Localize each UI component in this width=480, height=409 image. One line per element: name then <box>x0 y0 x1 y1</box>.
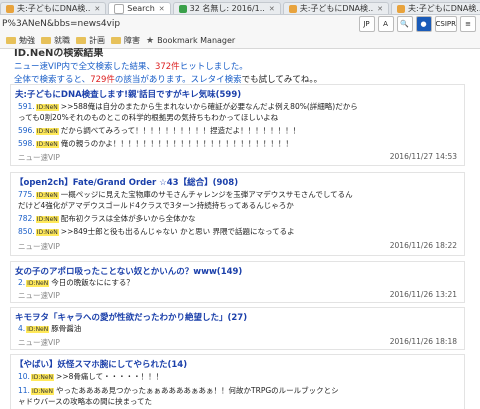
post-number-link[interactable]: 850. <box>18 227 35 236</box>
thread-date: 2016/11/26 18:22 <box>389 241 457 250</box>
browser-tab[interactable]: Search ✕ <box>108 2 171 14</box>
thread-card: 夫:子どもにDNA検査します!親'話目ですがキレ気味(599) 591. ID:N… <box>10 84 465 166</box>
star-icon: ★ <box>146 35 155 46</box>
post-number-link[interactable]: 596. <box>18 126 35 135</box>
favicon-icon <box>178 4 187 13</box>
thread-card: 女の子のアポロ吸ったことない奴とかいんの？www(149) 2. ID:NeN 今日… <box>10 261 465 303</box>
board-name: ニュー速VIP <box>18 338 60 347</box>
post-line: ャドウバースの攻略本の間に挟まってた <box>18 397 152 406</box>
result-summary: ニュー速VIP内で全文検索した結果、372件ヒットしました。 <box>14 62 248 72</box>
jp-extension-icon[interactable]: JP <box>358 16 375 32</box>
post-line: 775. ID:NeN 一概ペッジに見えた宝物庫のサモさんチャレンジを玉弾アマデウス… <box>18 190 353 199</box>
search-icon[interactable]: 🔍 <box>396 16 413 32</box>
thread-title-link[interactable]: キモヲタ「キャラへの愛が性欲だったわかり絶望した」(27) <box>15 311 247 323</box>
post-line: 11. ID:NeN やったああああ見つかったぁぁああああぁあぁ！！何故かTRPGの… <box>18 386 339 395</box>
extensions-bar: JP A 🔍 ● CSIPR ≡ <box>358 16 476 32</box>
post-number-link[interactable]: 2. <box>18 278 25 287</box>
thread-title-link[interactable]: 【やばい】妖怪スマホ腕にしてやられた(14) <box>15 358 187 370</box>
post-line: 850. ID:NeN >>849士郎と役も出るんじゃない かと思い 界隈で話題にな… <box>18 227 295 236</box>
bookmark-manager[interactable]: ★ Bookmark Manager <box>146 36 235 46</box>
a-extension-icon[interactable]: A <box>377 16 394 32</box>
bookmarks-bar: 勉強 就職 計画 障害 ★ Bookmark Manager <box>0 33 480 49</box>
post-line: 591. ID:NeN >>588俺は自分のまたから生まれないから確証が必要なんだよ… <box>18 102 358 111</box>
csipr-extension-icon[interactable]: CSIPR <box>434 16 457 32</box>
close-icon[interactable]: ✕ <box>159 5 165 13</box>
page-icon <box>114 3 125 14</box>
menu-icon[interactable]: ≡ <box>460 16 476 32</box>
thread-date: 2016/11/26 18:18 <box>389 337 457 346</box>
post-line: っても0割20%それのものとこの科学的根拠男の気持ちもわかってほしいよね <box>18 113 279 122</box>
page-content: ID.NeNの検索結果 ニュー速VIP内で全文検索した結果、372件ヒットしまし… <box>0 48 480 409</box>
thread-date: 2016/11/27 14:53 <box>389 152 457 161</box>
bookmark-folder[interactable]: 計画 <box>76 35 105 46</box>
post-line: 596. ID:NeN だから調べてみろって！！！！！！！！！！捏造だよ！！！！！！… <box>18 126 301 135</box>
browser-tab[interactable]: 夫:子どもにDNA検.. <box>391 2 480 14</box>
close-icon[interactable]: ✕ <box>94 5 100 13</box>
post-line: 598. ID:NeN 俺の親うのかよ！！！！！！！！！！！！！！！！！！！！！！！… <box>18 139 293 148</box>
thread-card: 【やばい】妖怪スマホ腕にしてやられた(14) 10. ID:NeN >>8骨痛して・… <box>10 354 465 409</box>
folder-icon <box>41 37 51 44</box>
post-number-link[interactable]: 591. <box>18 102 35 111</box>
bookmark-folder[interactable]: 勉強 <box>6 35 35 46</box>
favicon-icon <box>288 4 297 13</box>
post-number-link[interactable]: 11. <box>18 386 30 395</box>
board-name: ニュー速VIP <box>18 153 60 162</box>
thread-title-link[interactable]: 夫:子どもにDNA検査します!親'話目ですがキレ気味(599) <box>15 88 241 100</box>
page-title: ID.NeNの検索結果 <box>14 48 104 59</box>
post-line: 2. ID:NeN 今日の晩飯なににする？ <box>18 278 134 287</box>
post-number-link[interactable]: 782. <box>18 214 35 223</box>
post-number-link[interactable]: 4. <box>18 324 25 333</box>
address-bar[interactable]: P%3ANeN&bbs=news4vip JP A 🔍 ● CSIPR ≡ <box>0 15 480 33</box>
favicon-icon <box>397 4 405 13</box>
board-name: ニュー速VIP <box>18 291 60 300</box>
thread-title-link[interactable]: 【open2ch】Fate/Grand Order ☆43【総合】(908) <box>15 176 238 188</box>
favicon-icon <box>6 4 14 13</box>
post-number-link[interactable]: 598. <box>18 139 35 148</box>
browser-tab[interactable]: 32 名無し: 2016/1.. ✕ <box>172 2 281 14</box>
bookmark-folder[interactable]: 障害 <box>111 35 140 46</box>
folder-icon <box>111 37 121 44</box>
close-icon[interactable]: ✕ <box>377 5 383 13</box>
bookmark-folder[interactable]: 就職 <box>41 35 70 46</box>
thread-title-link[interactable]: 女の子のアポロ吸ったことない奴とかいんの？www(149) <box>15 265 242 277</box>
browser-tab[interactable]: 夫:子どもにDNA検.. ✕ <box>0 2 107 14</box>
post-line: 4. ID:NeN 豚骨醤油 <box>18 324 82 333</box>
post-line: 782. ID:NeN 配布初クラスは全体が多いから全体かな <box>18 214 196 223</box>
search-header: ID.NeNの検索結果 ニュー速VIP内で全文検索した結果、372件ヒットしまし… <box>14 48 322 85</box>
blue-extension-icon[interactable]: ● <box>415 16 432 32</box>
tab-strip: 夫:子どもにDNA検.. ✕ Search ✕ 32 名無し: 2016/1.. ✕ … <box>0 0 480 15</box>
folder-icon <box>6 37 16 44</box>
board-name: ニュー速VIP <box>18 242 60 251</box>
thread-date: 2016/11/26 13:21 <box>389 290 457 299</box>
thread-card: キモヲタ「キャラへの愛が性欲だったわかり絶望した」(27) 4. ID:NeN 豚骨… <box>10 307 465 350</box>
url-text[interactable]: P%3ANeN&bbs=news4vip <box>2 19 120 29</box>
thread-card: 【open2ch】Fate/Grand Order ☆43【総合】(908) 7… <box>10 172 465 256</box>
folder-icon <box>76 37 86 44</box>
post-number-link[interactable]: 10. <box>18 372 30 381</box>
close-icon[interactable]: ✕ <box>269 5 275 13</box>
post-line: 10. ID:NeN >>8骨痛して・・・・・！！！ <box>18 372 164 381</box>
post-number-link[interactable]: 775. <box>18 190 35 199</box>
browser-tab[interactable]: 夫:子どもにDNA検.. ✕ <box>282 2 389 14</box>
post-line: だけど4強化がアマデウスゴールド4クラスで3ターン持続持ちってあるんじゃろか <box>18 201 294 210</box>
